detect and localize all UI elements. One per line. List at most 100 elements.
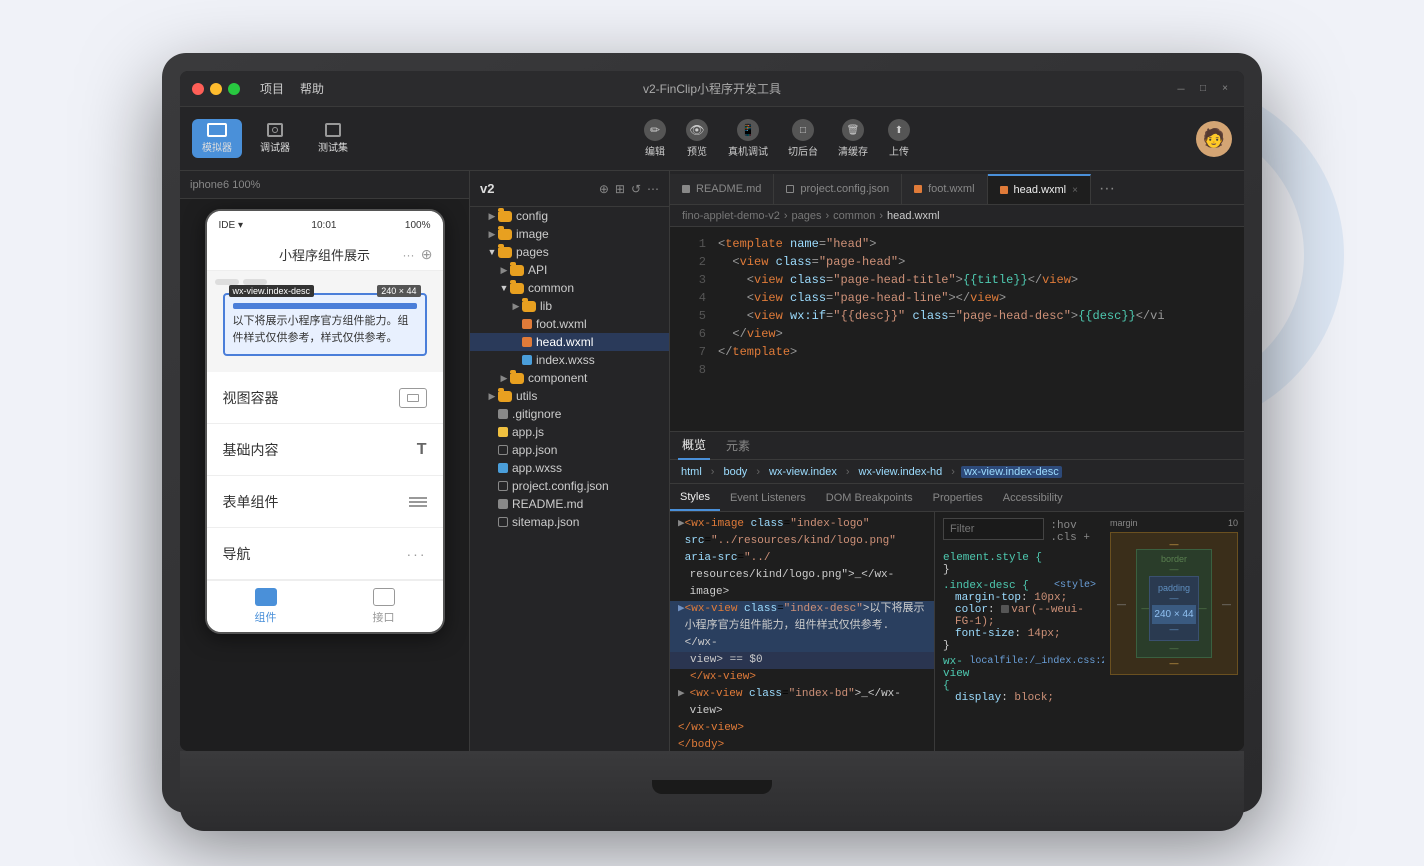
tree-item-common[interactable]: ▼ common [470, 279, 669, 297]
win-min-icon[interactable]: － [1174, 82, 1188, 96]
btab-overview[interactable]: 概览 [678, 432, 710, 460]
html-line-4[interactable]: view> == $0 [670, 652, 934, 669]
prop-name-display: display [955, 692, 1001, 704]
es-wx-view-index[interactable]: wx-view.index [766, 466, 840, 478]
user-avatar[interactable]: 🧑 [1196, 121, 1232, 157]
html-line-1[interactable]: ▶ <wx-image class="index-logo" src="../r… [670, 516, 934, 567]
action-background[interactable]: □ 切后台 [788, 119, 818, 158]
phone-menu-item-1[interactable]: 基础内容 T [207, 424, 443, 476]
folder-icon-common [510, 283, 524, 294]
action-preview[interactable]: 👁 预览 [686, 119, 708, 158]
menu-project[interactable]: 项目 [260, 80, 284, 97]
style-source[interactable]: <style> [1054, 580, 1096, 592]
expand-icon2[interactable]: ⊕ [421, 246, 433, 263]
prop-val-margin-top: 10px; [1034, 592, 1067, 604]
close-button[interactable] [192, 83, 204, 95]
minimize-button[interactable] [210, 83, 222, 95]
es-wx-view-index-desc[interactable]: wx-view.index-desc [961, 466, 1062, 478]
tree-item-pages[interactable]: ▼ pages [470, 243, 669, 261]
tab-project-config[interactable]: project.config.json [774, 174, 902, 204]
tab-icon-readme [682, 185, 690, 193]
html-line-3[interactable]: ▶ <wx-view class="index-desc">以下将展示小程序官方… [670, 601, 934, 652]
tree-item-app-js[interactable]: ▶ app.js [470, 423, 669, 441]
btab-element[interactable]: 元素 [722, 432, 754, 460]
tab-icon-head [1000, 186, 1008, 194]
tab-readme[interactable]: README.md [670, 174, 774, 204]
editor-area: README.md project.config.json foot.wxml … [670, 171, 1244, 751]
html-line-6[interactable]: ▶ <wx-view class="index-bd">_</wx-view> [670, 686, 934, 720]
es-wx-view-index-hd[interactable]: wx-view.index-hd [856, 466, 946, 478]
tree-item-image[interactable]: ▶ image [470, 225, 669, 243]
simulator-button[interactable]: 模拟器 [192, 119, 242, 158]
html-text-6: <wx-view class="index-bd">_</wx-view> [690, 686, 926, 720]
tree-label-head: head.wxml [536, 335, 593, 349]
stab-properties[interactable]: Properties [923, 484, 993, 511]
phone-device: IDE ▾ 10:01 100% 小程序组件展示 ··· ⊕ [205, 209, 445, 634]
action-real-debug[interactable]: 📱 真机调试 [728, 119, 768, 158]
phone-menu-item-2[interactable]: 表单组件 [207, 476, 443, 528]
bottom-tab-1[interactable]: 接口 [325, 588, 443, 625]
filetree-icon-3[interactable]: ↺ [631, 182, 641, 196]
filetree-icon-1[interactable]: ⊕ [599, 182, 609, 196]
arrow6: ▶ [678, 686, 690, 703]
tree-item-api[interactable]: ▶ API [470, 261, 669, 279]
stab-accessibility[interactable]: Accessibility [993, 484, 1073, 511]
line-num-5: 5 [678, 307, 706, 325]
bottom-tab-0[interactable]: 组件 [207, 588, 325, 625]
style-rule-wx-view: wx-view { localfile:/_index.css:2 displa… [943, 656, 1096, 704]
tab-more[interactable]: ··· [1091, 174, 1123, 204]
html-tree: ▶ <wx-image class="index-logo" src="../r… [670, 512, 934, 751]
menu-help[interactable]: 帮助 [300, 80, 324, 97]
phone-menu-item-0[interactable]: 视图容器 [207, 372, 443, 424]
tab-close-head[interactable]: × [1072, 185, 1078, 196]
tree-item-foot-wxml[interactable]: foot.wxml [470, 315, 669, 333]
es-sep2: › [756, 466, 760, 478]
action-clear-cache[interactable]: 🗑 清缓存 [838, 119, 868, 158]
expand-icon[interactable]: ··· [403, 248, 415, 262]
code-line-8: 8 [670, 361, 1244, 379]
maximize-button[interactable] [228, 83, 240, 95]
style-prop-color: color: var(--weui-FG-1); [955, 604, 1096, 628]
html-text-8: </body> [678, 737, 724, 751]
line-text-1: <template name="head"> [718, 235, 876, 253]
tab-label-foot: foot.wxml [928, 183, 974, 195]
phone-menu-item-3[interactable]: 导航 ··· [207, 528, 443, 580]
debugger-button[interactable]: 调试器 [250, 119, 300, 158]
element-bar [233, 303, 417, 309]
tab-foot-wxml[interactable]: foot.wxml [902, 174, 987, 204]
tree-item-utils[interactable]: ▶ utils [470, 387, 669, 405]
tree-item-config[interactable]: ▶ config [470, 207, 669, 225]
tree-item-component[interactable]: ▶ component [470, 369, 669, 387]
win-close-icon[interactable]: × [1218, 82, 1232, 96]
tree-item-index-wxss[interactable]: index.wxss [470, 351, 669, 369]
stab-styles[interactable]: Styles [670, 484, 720, 511]
html-line-7[interactable]: </wx-view> [670, 720, 934, 737]
testset-button[interactable]: 测试集 [308, 119, 358, 158]
styles-filter-input[interactable] [943, 518, 1044, 540]
tree-item-gitignore[interactable]: ▶ .gitignore [470, 405, 669, 423]
es-body[interactable]: body [720, 466, 750, 478]
stab-dom-breakpoints[interactable]: DOM Breakpoints [816, 484, 923, 511]
tab-head-wxml[interactable]: head.wxml × [988, 174, 1091, 204]
html-line-8[interactable]: </body> [670, 737, 934, 751]
action-edit[interactable]: ✏ 编辑 [644, 119, 666, 158]
clear-cache-icon: 🗑 [842, 119, 864, 141]
tree-label-foot: foot.wxml [536, 317, 587, 331]
tree-item-lib[interactable]: ▶ lib [470, 297, 669, 315]
filetree-icon-4[interactable]: ⋯ [647, 182, 659, 196]
win-max-icon[interactable]: □ [1196, 82, 1210, 96]
filetree-icon-2[interactable]: ⊞ [615, 182, 625, 196]
bm-margin-left: — [1117, 599, 1126, 609]
tree-item-head-wxml[interactable]: head.wxml [470, 333, 669, 351]
html-line-2[interactable]: resources/kind/logo.png">_</wx-image> [670, 567, 934, 601]
tree-item-readme[interactable]: ▶ README.md [470, 495, 669, 513]
wx-view-source[interactable]: localfile:/_index.css:2 [969, 656, 1104, 692]
es-html[interactable]: html [678, 466, 705, 478]
stab-event-listeners[interactable]: Event Listeners [720, 484, 816, 511]
action-upload[interactable]: ⬆ 上传 [888, 119, 910, 158]
tree-item-app-json[interactable]: ▶ app.json [470, 441, 669, 459]
tree-item-project-config[interactable]: ▶ project.config.json [470, 477, 669, 495]
tree-item-sitemap[interactable]: ▶ sitemap.json [470, 513, 669, 531]
html-line-5[interactable]: ▶ </wx-view> [670, 669, 934, 686]
tree-item-app-wxss[interactable]: ▶ app.wxss [470, 459, 669, 477]
